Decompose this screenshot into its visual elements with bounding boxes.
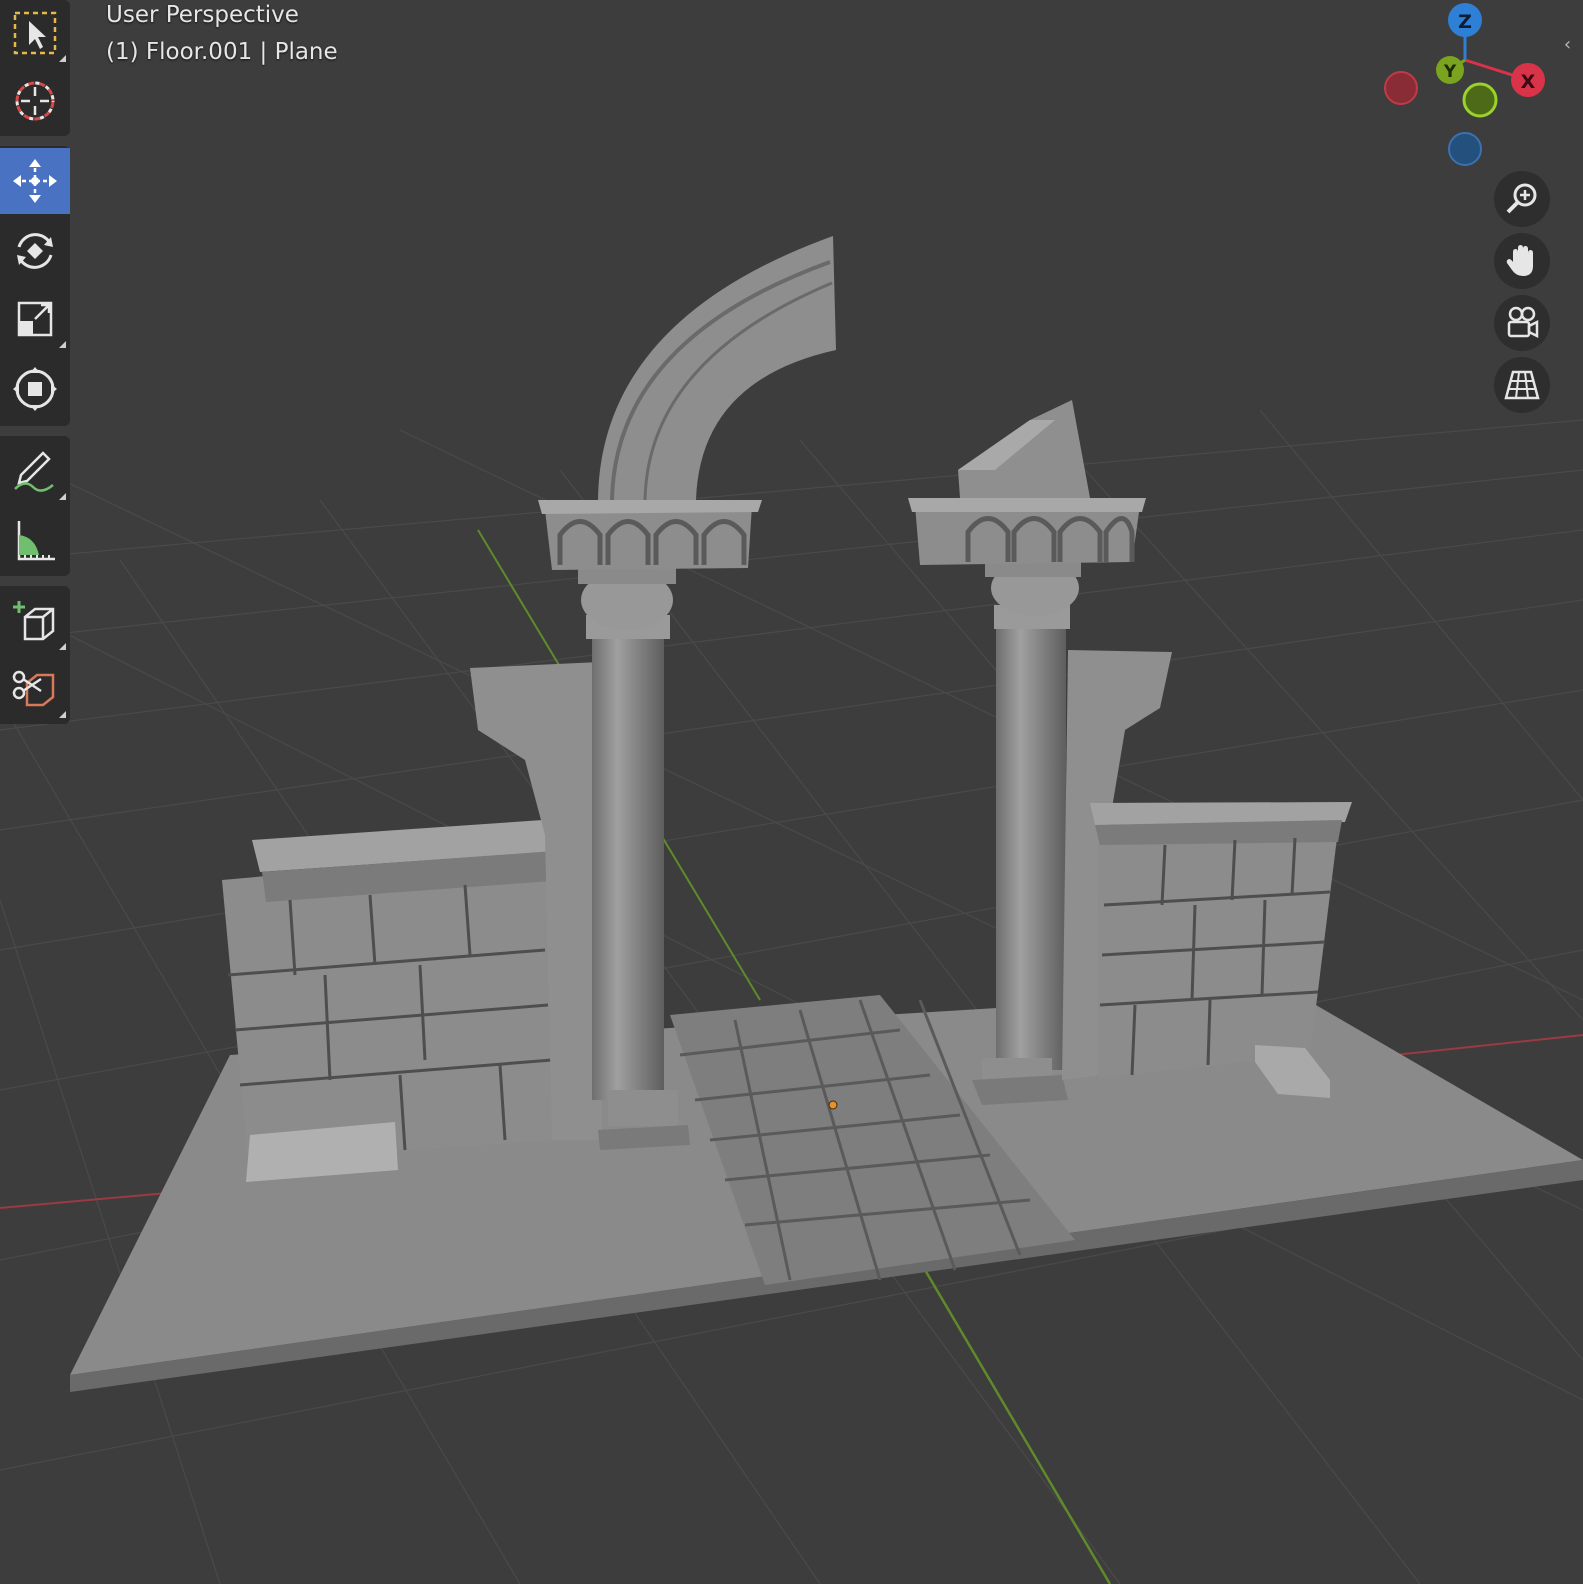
3d-viewport[interactable]: User Perspective (1) Floor.001 | Plane ‹… <box>0 0 1583 1584</box>
transform-icon <box>13 367 57 411</box>
rotate-icon <box>17 233 53 269</box>
transform-tool[interactable] <box>0 356 70 422</box>
pencil-icon <box>14 451 54 492</box>
sidebar-toggle-button[interactable]: ‹ <box>1552 28 1583 60</box>
tool-group-add <box>0 586 70 724</box>
gizmo-y-label: Y <box>1443 62 1457 82</box>
add-cube-icon <box>13 601 55 641</box>
view-name-label: User Perspective <box>106 2 299 28</box>
scale-tool[interactable] <box>0 286 70 352</box>
tool-group-annotate <box>0 436 70 576</box>
hand-icon <box>1506 245 1533 276</box>
zoom-magnifier-icon <box>1506 183 1537 214</box>
move-tool[interactable] <box>0 148 70 214</box>
pan-button[interactable] <box>1494 233 1550 289</box>
gizmo-neg-y <box>1462 82 1498 118</box>
camera-icon <box>1507 306 1539 339</box>
rotate-tool[interactable] <box>0 218 70 284</box>
annotate-tool[interactable] <box>0 438 70 504</box>
scale-icon <box>17 301 53 337</box>
gizmo-neg-x <box>1384 71 1418 105</box>
navigation-gizmo[interactable]: Z Y X <box>1370 0 1550 170</box>
ruler-icon <box>17 521 55 561</box>
scene-render <box>0 0 1583 1584</box>
zoom-button[interactable] <box>1494 171 1550 227</box>
gizmo-x-label: X <box>1521 71 1536 93</box>
select-box-tool[interactable] <box>0 0 70 66</box>
left-column-shaft <box>592 620 664 1100</box>
camera-view-button[interactable] <box>1494 295 1550 351</box>
gizmo-z-label: Z <box>1458 11 1472 33</box>
3d-cursor-icon <box>15 81 55 121</box>
chevron-left-icon: ‹ <box>1563 33 1572 55</box>
add-cube-tool[interactable] <box>0 588 70 654</box>
gizmo-neg-z <box>1448 132 1482 166</box>
tool-group-transform <box>0 146 70 426</box>
select-box-icon <box>13 11 57 55</box>
right-column-shaft <box>996 610 1066 1070</box>
object-info-label: (1) Floor.001 | Plane <box>106 39 338 65</box>
cursor-tool[interactable] <box>0 68 70 134</box>
move-arrows-icon <box>13 159 57 203</box>
measure-tool[interactable] <box>0 508 70 574</box>
object-origin <box>828 1100 838 1110</box>
tool-group-select <box>0 0 70 136</box>
perspective-grid-icon <box>1504 370 1540 400</box>
cut-tool[interactable] <box>0 656 70 722</box>
scissors-cube-icon <box>12 670 55 707</box>
perspective-toggle-button[interactable] <box>1494 357 1550 413</box>
